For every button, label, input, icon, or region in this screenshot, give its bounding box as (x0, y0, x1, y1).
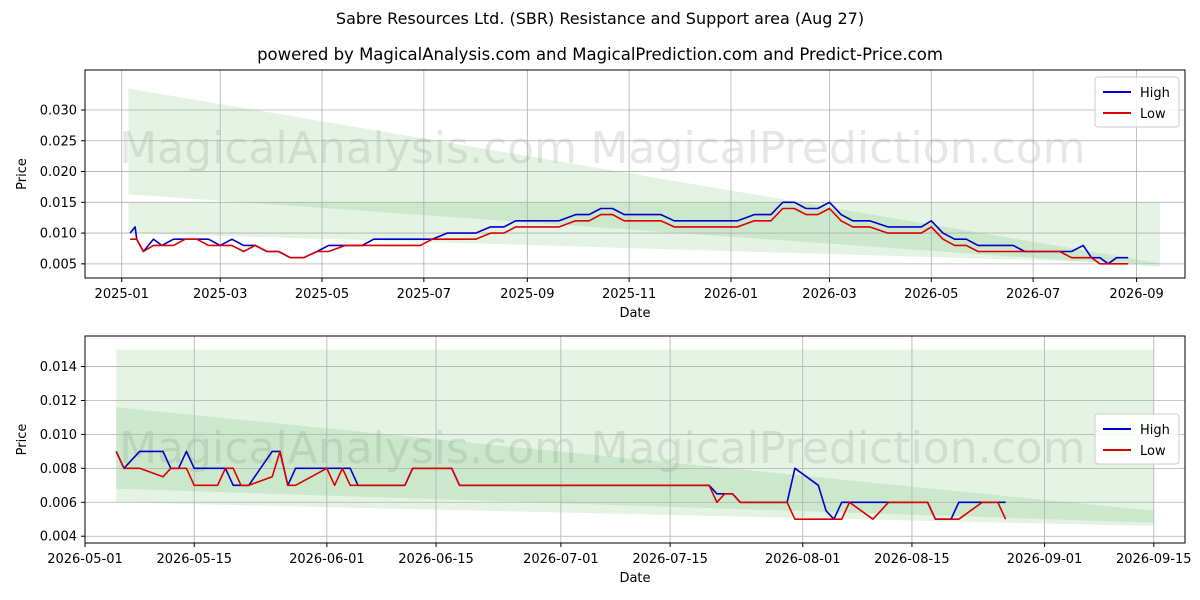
legend: High Low (1094, 76, 1180, 128)
x-tick-label: 2026-03 (802, 287, 856, 302)
x-tick-label: 2026-08-01 (765, 552, 841, 567)
y-axis-label: Price (15, 424, 30, 456)
x-tick-label: 2025-09 (500, 287, 554, 302)
legend: High Low (1094, 413, 1180, 465)
plot-area (85, 70, 1185, 278)
y-tick-label: 0.020 (40, 165, 77, 180)
watermark-prediction: MagicalPrediction.com (591, 123, 1086, 174)
x-tick-label: 2026-05-15 (156, 552, 232, 567)
legend-label-high: High (1140, 86, 1170, 101)
plot-area (85, 336, 1185, 543)
y-tick-label: 0.004 (40, 530, 77, 545)
legend-label-high: High (1140, 423, 1170, 438)
x-tick-label: 2026-07 (1006, 287, 1060, 302)
x-tick-label: 2025-05 (295, 287, 349, 302)
legend-box (1094, 413, 1180, 465)
y-tick-label: 0.014 (40, 360, 77, 375)
legend-box (1094, 76, 1180, 128)
chart-panel-2: MagicalAnalysis.com MagicalPrediction.com… (15, 335, 1192, 586)
x-tick-label: 2026-09-01 (1007, 552, 1083, 567)
x-axis-label: Date (619, 571, 650, 586)
x-tick-label: 2026-01 (704, 287, 758, 302)
legend-label-low: Low (1140, 444, 1166, 459)
x-tick-label: 2026-09-15 (1116, 552, 1192, 567)
y-tick-label: 0.006 (40, 496, 77, 511)
y-tick-label: 0.010 (40, 428, 77, 443)
x-tick-label: 2026-06-01 (289, 552, 365, 567)
y-tick-label: 0.005 (40, 257, 77, 272)
chart-canvas: MagicalAnalysis.com MagicalPrediction.com… (15, 69, 1192, 586)
x-tick-label: 2025-07 (397, 287, 451, 302)
x-tick-label: 2025-01 (95, 287, 149, 302)
x-axis-label: Date (619, 306, 650, 321)
y-axis-label: Price (15, 158, 30, 190)
x-tick-label: 2026-06-15 (398, 552, 474, 567)
x-tick-label: 2026-07-15 (632, 552, 708, 567)
x-tick-label: 2025-03 (193, 287, 247, 302)
y-tick-label: 0.025 (40, 134, 77, 149)
y-tick-label: 0.015 (40, 196, 77, 211)
x-tick-label: 2026-05 (904, 287, 958, 302)
y-tick-label: 0.012 (40, 394, 77, 409)
x-tick-label: 2026-07-01 (523, 552, 599, 567)
chart-panel-1: MagicalAnalysis.com MagicalPrediction.com… (15, 69, 1186, 321)
y-tick-label: 0.010 (40, 227, 77, 242)
x-tick-label: 2026-05-01 (47, 552, 123, 567)
y-tick-label: 0.030 (40, 104, 77, 119)
legend-label-low: Low (1140, 107, 1166, 122)
x-tick-label: 2026-08-15 (874, 552, 950, 567)
x-tick-label: 2025-11 (602, 287, 656, 302)
y-tick-label: 0.008 (40, 462, 77, 477)
x-tick-label: 2026-09 (1109, 287, 1163, 302)
